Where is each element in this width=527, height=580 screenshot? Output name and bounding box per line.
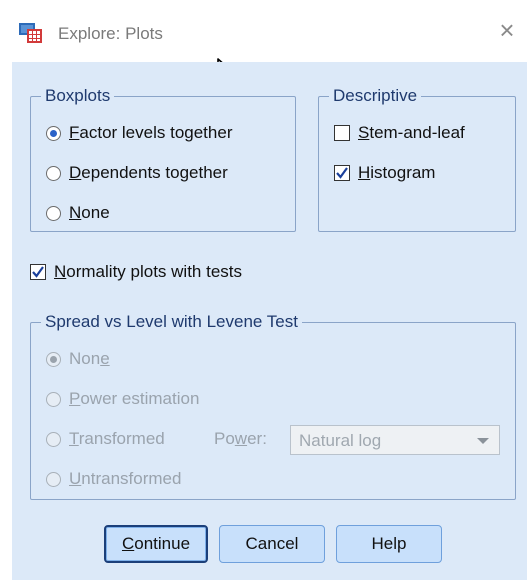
button-label: Continue: [121, 534, 191, 553]
radio-indicator[interactable]: [46, 431, 61, 447]
help-button[interactable]: Help: [336, 525, 442, 563]
power-select[interactable]: Natural log: [290, 425, 500, 455]
spread-power-estimation-radio[interactable]: Power estimation: [46, 388, 199, 410]
boxplots-factor-levels-together-radio[interactable]: Factor levels together: [46, 122, 232, 144]
spread-none-radio[interactable]: None: [46, 348, 110, 370]
option-label: Dependents together: [69, 163, 228, 182]
option-label: Untransformed: [69, 469, 182, 488]
title-bar[interactable]: Explore: Plots ×: [0, 0, 527, 62]
checkbox-indicator[interactable]: [30, 264, 46, 280]
spread-untransformed-radio[interactable]: Untransformed: [46, 468, 181, 490]
checkmark-icon: [336, 167, 348, 179]
explore-plots-dialog: Explore: Plots × Boxplots Factor levels …: [0, 0, 527, 580]
spread-transformed-radio[interactable]: Transformed: [46, 428, 165, 450]
power-label: Po w er:: [214, 429, 267, 448]
boxplots-none-radio[interactable]: None: [46, 202, 110, 224]
chevron-down-icon: [477, 438, 489, 444]
radio-indicator[interactable]: [46, 471, 61, 487]
radio-indicator[interactable]: [46, 391, 61, 407]
option-label: None: [69, 349, 110, 368]
histogram-checkbox[interactable]: Histogram: [334, 162, 435, 184]
descriptive-legend: Descriptive: [329, 86, 422, 106]
continue-button[interactable]: Continue: [104, 525, 208, 563]
radio-indicator[interactable]: [46, 351, 61, 367]
cancel-button[interactable]: Cancel: [219, 525, 325, 563]
option-label: Histogram: [358, 163, 436, 182]
boxplots-legend: Boxplots: [41, 86, 115, 106]
option-label: Power estimation: [69, 389, 200, 408]
stem-and-leaf-checkbox[interactable]: Stem-and-leaf: [334, 122, 465, 144]
radio-indicator[interactable]: [46, 205, 61, 221]
checkbox-indicator[interactable]: [334, 125, 350, 141]
radio-indicator[interactable]: [46, 165, 61, 181]
button-label: Cancel: [245, 534, 299, 553]
checkmark-icon: [32, 266, 44, 278]
radio-indicator[interactable]: [46, 125, 61, 141]
window-title: Explore: Plots: [58, 24, 163, 43]
option-label: Stem-and-leaf: [358, 123, 465, 142]
button-label: Help: [371, 534, 407, 553]
option-label: Factor levels together: [69, 123, 233, 142]
boxplots-dependents-together-radio[interactable]: Dependents together: [46, 162, 228, 184]
normality-plots-checkbox[interactable]: Normality plots with tests: [30, 261, 242, 283]
close-icon[interactable]: ×: [494, 16, 520, 44]
option-label: Transformed: [69, 429, 165, 448]
spss-app-icon: [19, 23, 42, 43]
option-label: None: [69, 203, 110, 222]
option-label: Normality plots with tests: [54, 262, 243, 281]
checkbox-indicator[interactable]: [334, 165, 350, 181]
power-select-value: Natural log: [299, 431, 382, 450]
spread-vs-level-legend: Spread vs Level with Levene Test: [41, 312, 302, 332]
